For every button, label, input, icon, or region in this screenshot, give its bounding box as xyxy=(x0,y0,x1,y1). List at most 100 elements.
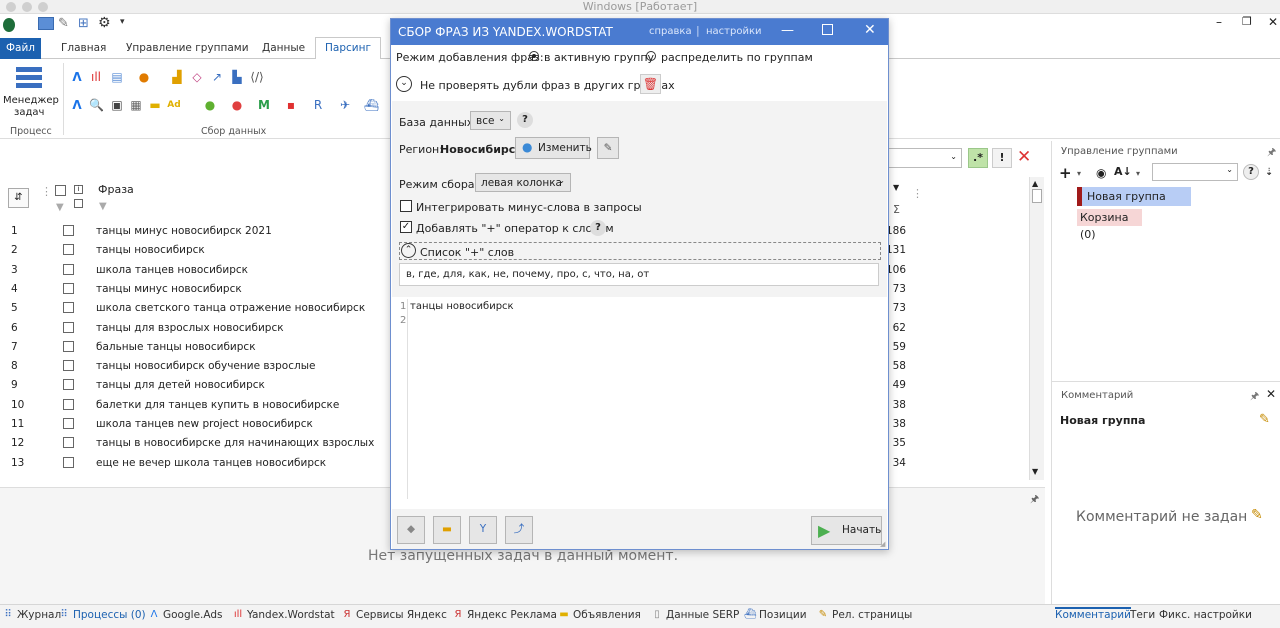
mode-distribute-label[interactable]: распределить по группам xyxy=(661,51,813,64)
group-trash[interactable]: Корзина (0) xyxy=(1077,209,1142,241)
status-tab[interactable]: ✎ Рел. страницы xyxy=(817,609,913,621)
integrate-minus-label[interactable]: Интегрировать минус-слова в запросы xyxy=(416,201,642,214)
bubbles-icon[interactable]: ● xyxy=(137,70,151,84)
tab-file[interactable]: Файл xyxy=(0,38,41,59)
phrase-column-header[interactable]: Фраза xyxy=(98,183,134,196)
row-checkbox[interactable] xyxy=(63,302,74,314)
phrase-editor[interactable]: танцы новосибирск xyxy=(410,301,880,501)
mode-active-radio[interactable] xyxy=(529,50,539,63)
collect-mode-select[interactable]: левая колонка ⌄ xyxy=(475,173,571,192)
add-plus-checkbox[interactable]: ✓ xyxy=(400,221,412,233)
plus-list-header[interactable]: ⌃ Список "+" слов xyxy=(399,242,881,260)
tab-home[interactable]: Главная xyxy=(61,38,106,59)
folder-icon[interactable]: ▬ xyxy=(433,516,461,544)
dialog-title-bar[interactable]: СБОР ФРАЗ ИЗ YANDEX.WORDSTAT справка | н… xyxy=(391,19,888,45)
help-link[interactable]: справка xyxy=(649,26,692,37)
split-icon[interactable]: Y xyxy=(469,516,497,544)
clear-filter-icon[interactable]: ✕ xyxy=(1017,147,1031,167)
ad-icon[interactable]: Ad xyxy=(167,98,181,112)
column-chooser-button[interactable]: ⇵ xyxy=(8,188,29,208)
status-tab[interactable]: ⠿ Процессы (0) xyxy=(58,609,145,621)
google-ads-icon[interactable]: Λ xyxy=(70,70,84,84)
row-checkbox[interactable] xyxy=(63,437,74,449)
tab-parsing[interactable]: Парсинг xyxy=(315,37,381,59)
trend-icon[interactable]: ↗ xyxy=(210,70,224,84)
groups-pin-icon[interactable]: 🖈 xyxy=(1267,145,1276,162)
status-tab[interactable]: ⠿ Журнал xyxy=(2,609,61,621)
grid-scrollbar[interactable]: ▲ ▼ xyxy=(1029,177,1044,480)
help-icon[interactable]: ? xyxy=(1243,164,1259,180)
row-checkbox[interactable] xyxy=(63,418,74,429)
row-checkbox[interactable] xyxy=(63,225,74,236)
row-checkbox[interactable] xyxy=(63,398,74,410)
status-tab[interactable]: ıll Yandex.Wordstat xyxy=(232,609,335,621)
scroll-down-icon[interactable]: ▼ xyxy=(1032,467,1038,476)
select-all-checkbox[interactable] xyxy=(55,185,66,196)
dialog-minimize-icon[interactable]: — xyxy=(781,23,794,38)
info-icon[interactable]: i xyxy=(74,185,83,194)
comment-close-icon[interactable]: ✕ xyxy=(1266,387,1276,401)
google-ads-2-icon[interactable]: Λ xyxy=(70,98,84,112)
sort-az-icon[interactable]: A↓ xyxy=(1114,165,1132,178)
tab-fixed-settings[interactable]: Фикс. настройки xyxy=(1159,609,1252,621)
megaindex-icon[interactable]: M xyxy=(257,98,271,112)
notes-icon[interactable]: ▬ xyxy=(148,98,162,112)
trash-icon[interactable]: 🗑 xyxy=(640,74,661,94)
row-checkbox[interactable] xyxy=(63,340,74,352)
comment-pin-icon[interactable]: 🖈 xyxy=(1250,389,1259,406)
mode-active-label[interactable]: в активную группу xyxy=(544,51,654,64)
image-icon[interactable]: ▣ xyxy=(110,98,124,112)
start-button[interactable]: ▶ Начать xyxy=(811,516,882,545)
row-checkbox[interactable] xyxy=(63,282,74,294)
sort-dropdown-icon[interactable]: ▾ xyxy=(1136,169,1140,178)
settings-link[interactable]: настройки xyxy=(706,26,762,37)
task-manager-button[interactable]: Менеджер задач xyxy=(3,65,59,118)
plus-words-input[interactable]: в, где, для, как, не, почему, про, с, чт… xyxy=(399,263,879,286)
chevron-down-icon[interactable]: ⌄ xyxy=(396,76,412,92)
row-checkbox[interactable] xyxy=(63,244,74,256)
window-icon[interactable] xyxy=(38,17,54,30)
status-tab[interactable]: Я Сервисы Яндекс xyxy=(341,609,447,621)
add-group-icon[interactable]: + xyxy=(1059,164,1072,182)
plane-icon[interactable]: ✈ xyxy=(338,98,352,112)
customize-dropdown-icon[interactable]: ▾ xyxy=(120,17,125,27)
code-icon[interactable]: ◇ xyxy=(190,70,204,84)
status-tab[interactable]: ▬ Объявления xyxy=(558,609,641,621)
filter-icon[interactable]: ▼ xyxy=(56,202,64,213)
tab-data[interactable]: Данные xyxy=(262,38,305,59)
keyso-icon[interactable]: ● xyxy=(203,98,217,112)
edit-comment-2-icon[interactable]: ✎ xyxy=(1251,507,1263,523)
pages-icon[interactable]: ▦ xyxy=(129,98,143,112)
dialog-close-icon[interactable]: ✕ xyxy=(864,22,876,38)
rush-icon[interactable]: R xyxy=(311,98,325,112)
edit-comment-icon[interactable]: ✎ xyxy=(1259,412,1270,427)
row-checkbox[interactable] xyxy=(63,321,74,333)
row-checkbox[interactable] xyxy=(63,456,74,468)
gear-icon[interactable]: ⚙ xyxy=(98,15,111,31)
db-help-icon[interactable]: ? xyxy=(517,112,533,128)
report-icon[interactable]: ▤ xyxy=(110,70,124,84)
regex-button[interactable]: .* xyxy=(968,148,988,168)
status-tab[interactable]: ▯ Данные SERP xyxy=(651,609,739,621)
tab-tags[interactable]: Теги xyxy=(1130,609,1155,621)
bar-chart-icon[interactable]: ▟ xyxy=(170,70,184,84)
phrase-filter-icon[interactable]: ▼ xyxy=(99,201,107,212)
minimize-icon[interactable]: – xyxy=(1216,15,1222,29)
wordstat-bar-icon[interactable]: ıll xyxy=(89,70,103,84)
eraser-icon[interactable]: ◆ xyxy=(397,516,425,544)
tab-groups[interactable]: Управление группами xyxy=(126,38,249,59)
ship-icon[interactable]: ⛴ xyxy=(364,98,379,112)
script-icon[interactable]: ⟨/⟩ xyxy=(250,70,264,84)
status-tab[interactable]: Λ Google.Ads xyxy=(148,609,223,621)
tools-icon[interactable]: ✎ xyxy=(58,16,69,31)
exclamation-button[interactable]: ! xyxy=(992,148,1012,168)
scroll-thumb[interactable] xyxy=(1032,189,1042,203)
tab-comment[interactable]: Комментарий xyxy=(1055,607,1131,621)
status-tab[interactable]: ⛴ Позиции xyxy=(744,609,807,621)
plus-help-icon[interactable]: ? xyxy=(590,220,606,236)
collapse-icon[interactable]: ⇣ xyxy=(1265,167,1273,178)
eye-icon[interactable]: ◉ xyxy=(1096,166,1106,180)
row-checkbox[interactable] xyxy=(63,263,74,275)
flag-icon[interactable] xyxy=(74,199,83,208)
pin-icon[interactable]: 🖈 xyxy=(1030,492,1039,509)
